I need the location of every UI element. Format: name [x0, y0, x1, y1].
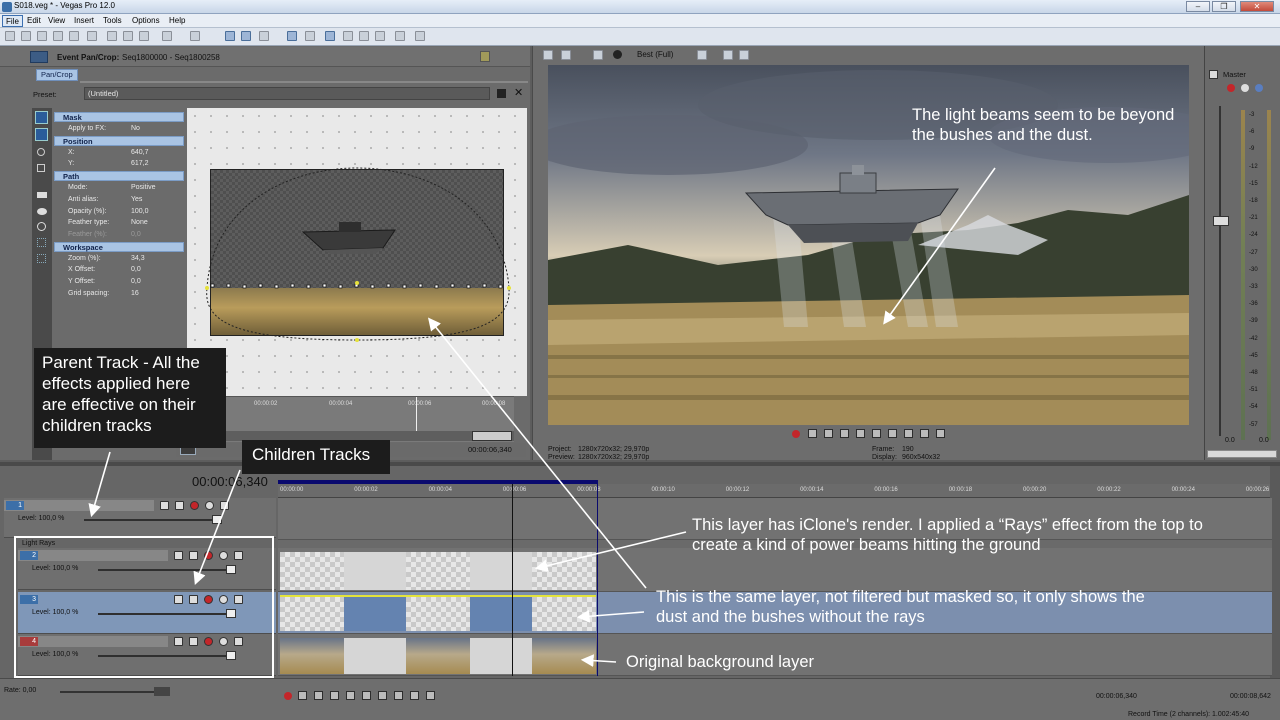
annotation-arrows	[88, 167, 996, 667]
